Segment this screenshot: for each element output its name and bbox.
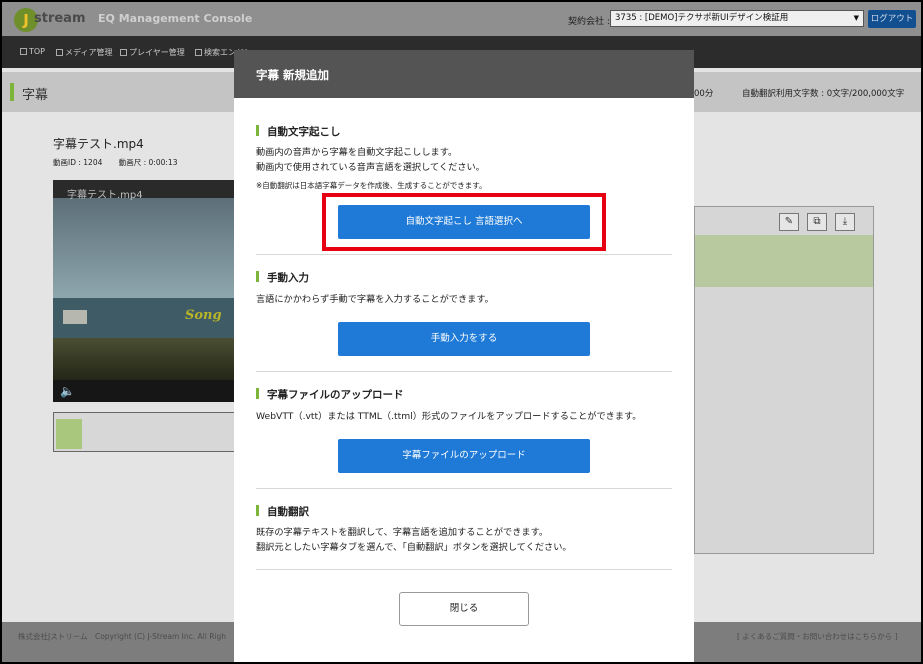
- section-description: 動画内で使用されている音声言語を選択してください。: [256, 162, 485, 173]
- app-header: J stream EQ Management Console 契約会社 : 37…: [2, 2, 921, 36]
- section-heading-manual-input: 手動入力: [256, 270, 309, 285]
- subtitle-file-upload-button[interactable]: 字幕ファイルのアップロード: [338, 439, 590, 473]
- volume-icon[interactable]: 🔈: [60, 384, 75, 398]
- page-title: 字幕: [22, 88, 49, 103]
- section-heading-auto-translate: 自動翻訳: [256, 504, 309, 519]
- highlight-box: [322, 193, 606, 251]
- translate-usage-stat: 自動翻訳利用文字数 : 0文字/200,000文字: [742, 89, 905, 99]
- video-meta: 動画ID : 1204 動画尺 : 0:00:13: [53, 157, 191, 168]
- chevron-down-icon: ▼: [853, 14, 859, 22]
- nav-square-icon: [120, 49, 127, 56]
- logo-text: stream: [34, 11, 86, 26]
- section-heading-file-upload: 字幕ファイルのアップロード: [256, 387, 404, 402]
- divider: [256, 488, 672, 489]
- section-description: 翻訳元としたい字幕タブを選んで、「自動翻訳」ボタンを選択してください。: [256, 542, 572, 553]
- subtitle-panel: ✎ ⧉ ⤓: [694, 206, 874, 554]
- screen-frame: J stream EQ Management Console 契約会社 : 37…: [0, 0, 923, 664]
- edit-icon[interactable]: ✎: [779, 213, 799, 231]
- footer-copyright: 株式会社Jストリーム Copyright (C) J-Stream Inc. A…: [18, 632, 227, 641]
- nav-item-label: TOP: [29, 47, 46, 56]
- player-controls: 🔈: [53, 380, 235, 402]
- video-name: 字幕テスト.mp4: [53, 137, 144, 151]
- section-note: ※自動翻訳は日本語字幕データを作成後、生成することができます。: [256, 181, 487, 190]
- contract-select[interactable]: 3735 : [DEMO]テクサポ新UIデザイン検証用 ▼: [610, 10, 864, 27]
- console-title: EQ Management Console: [98, 12, 253, 25]
- section-accent: [256, 388, 259, 399]
- translate-icon[interactable]: ⧉: [807, 213, 827, 231]
- contract-label: 契約会社 :: [568, 17, 610, 27]
- nav-square-icon: [20, 48, 27, 55]
- modal-title: 字幕 新規追加: [256, 68, 330, 82]
- contract-select-value: 3735 : [DEMO]テクサポ新UIデザイン検証用: [615, 13, 789, 23]
- section-accent: [256, 125, 259, 136]
- logout-button[interactable]: ログアウト: [868, 10, 916, 28]
- section-heading-text: 手動入力: [267, 272, 309, 284]
- section-description: 既存の字幕テキストを翻訳して、字幕言語を追加することができます。: [256, 527, 549, 538]
- close-button[interactable]: 閉じる: [399, 592, 529, 626]
- subtitle-add-modal: 字幕 新規追加 自動文字起こし 動画内の音声から字幕を自動文字起こしします。 動…: [234, 50, 694, 662]
- section-heading-text: 字幕ファイルのアップロード: [267, 389, 404, 401]
- video-player[interactable]: Song 字幕テスト.mp4 🔈: [53, 180, 235, 402]
- section-description: 動画内の音声から字幕を自動文字起こしします。: [256, 147, 458, 158]
- video-caption-overlay: Song: [185, 308, 222, 323]
- section-accent: [256, 505, 259, 516]
- nav-item-top[interactable]: TOP: [20, 47, 45, 56]
- divider: [256, 254, 672, 255]
- subtitle-row: [695, 235, 873, 287]
- nav-item-label: プレイヤー管理: [129, 48, 185, 57]
- video-frame-sky: [53, 198, 235, 298]
- section-accent: [256, 271, 259, 282]
- footer-support-link[interactable]: [ よくあるご質問・お問い合わせはこちらから ]: [737, 631, 898, 642]
- divider: [256, 569, 672, 570]
- manual-input-button[interactable]: 手動入力をする: [338, 322, 590, 356]
- timeline-marker: [56, 419, 82, 449]
- section-heading-auto-transcription: 自動文字起こし: [256, 124, 341, 139]
- download-icon[interactable]: ⤓: [835, 213, 855, 231]
- modal-header: 字幕 新規追加: [234, 50, 694, 98]
- jstream-logo[interactable]: J stream: [14, 8, 86, 32]
- nav-item-label: メディア管理: [65, 48, 113, 57]
- player-title: 字幕テスト.mp4: [67, 190, 143, 201]
- usage-stat: 00分: [694, 89, 714, 99]
- subtitle-timeline[interactable]: [53, 412, 235, 452]
- nav-square-icon: [195, 49, 202, 56]
- nav-item-media[interactable]: メディア管理: [56, 47, 112, 58]
- video-id: 動画ID : 1204: [53, 158, 103, 167]
- nav-square-icon: [56, 49, 63, 56]
- video-duration: 動画尺 : 0:00:13: [118, 158, 178, 167]
- nav-item-player[interactable]: プレイヤー管理: [120, 47, 185, 58]
- video-frame-house: [63, 310, 87, 324]
- title-accent: [10, 83, 14, 101]
- section-description: 言語にかかわらず手動で字幕を入力することができます。: [256, 294, 494, 305]
- section-description: WebVTT（.vtt）または TTML（.ttml）形式のファイルをアップロー…: [256, 411, 642, 422]
- section-heading-text: 自動翻訳: [267, 506, 309, 518]
- divider: [256, 371, 672, 372]
- video-frame-land: [53, 338, 235, 384]
- section-heading-text: 自動文字起こし: [267, 126, 341, 138]
